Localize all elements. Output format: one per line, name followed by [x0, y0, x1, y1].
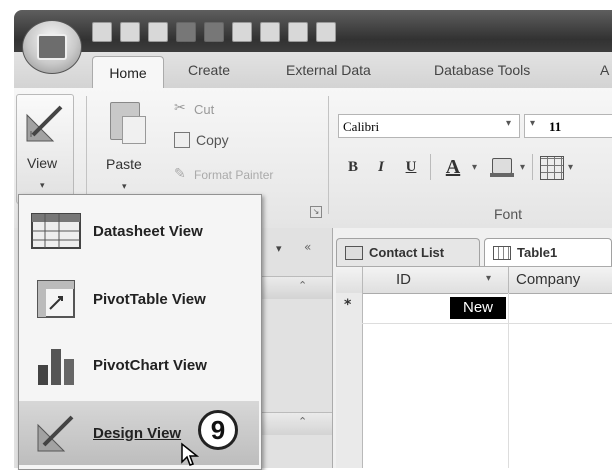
office-button[interactable] — [22, 20, 82, 74]
save-icon[interactable] — [92, 22, 112, 42]
table-icon — [493, 245, 511, 260]
select-all-corner[interactable] — [336, 267, 363, 293]
font-size-select[interactable]: 11 — [524, 114, 612, 138]
underline-button[interactable]: U — [398, 154, 424, 180]
collapse-icon: ⌃ — [298, 279, 308, 292]
tab-external-data[interactable]: External Data — [286, 62, 371, 78]
font-group-label: Font — [494, 206, 523, 222]
chevron-down-icon[interactable]: ▾ — [520, 162, 525, 173]
menu-item-label: Design View — [93, 424, 182, 442]
form-icon — [345, 245, 363, 260]
fill-color-icon[interactable] — [488, 156, 516, 178]
menu-item-label: Datasheet View — [93, 222, 203, 240]
qat-blank-icon — [176, 22, 196, 42]
gridlines-icon[interactable] — [540, 156, 564, 180]
view-label: View — [27, 155, 58, 171]
tab-database-tools[interactable]: Database Tools — [434, 62, 530, 78]
copy-icon — [174, 132, 190, 148]
tab-create[interactable]: Create — [188, 62, 230, 78]
copy-label: Copy — [196, 132, 229, 148]
undo-icon[interactable] — [120, 22, 140, 42]
toolbar-divider — [532, 154, 533, 180]
document-tabs: Contact List Table1 — [336, 238, 612, 266]
chevron-down-icon[interactable]: ▾ — [486, 273, 491, 284]
menu-item-datasheet-view[interactable]: Datasheet View — [19, 199, 259, 263]
redo-icon[interactable] — [148, 22, 168, 42]
paste-button[interactable]: Paste ▾ — [96, 96, 158, 200]
quick-access-toolbar — [92, 22, 336, 42]
tab-home[interactable]: Home — [92, 56, 164, 89]
design-view-icon — [26, 105, 63, 142]
nav-pane-header: ▾ « — [254, 240, 330, 264]
gridline — [508, 293, 509, 468]
shutter-bar-icon[interactable]: « — [304, 240, 311, 254]
scissors-icon: ✂ — [174, 100, 186, 116]
step-number-badge: 9 — [198, 410, 238, 450]
doc-tab-label: Contact List — [369, 245, 445, 260]
datasheet-icon — [27, 206, 85, 256]
bold-button[interactable]: B — [340, 154, 366, 180]
chevron-down-icon[interactable]: ▾ — [530, 118, 535, 129]
datasheet-grid: ID ▾ Company * New — [336, 266, 612, 468]
sort-icon[interactable] — [232, 22, 252, 42]
format-painter-button[interactable]: ✎ Format Painter — [172, 166, 322, 188]
qat-blank-icon — [204, 22, 224, 42]
copy-button[interactable]: Copy — [172, 130, 292, 152]
menu-item-pivotchart-view[interactable]: PivotChart View — [19, 333, 259, 397]
refresh-icon[interactable] — [288, 22, 308, 42]
toolbar-divider — [430, 154, 431, 180]
office-logo-icon — [37, 34, 67, 60]
cut-label: Cut — [194, 102, 215, 117]
view-button[interactable]: View ▾ — [16, 94, 74, 204]
gridline — [362, 323, 612, 324]
design-view-icon — [27, 408, 85, 458]
title-bar — [14, 10, 612, 52]
new-record-cell[interactable]: New — [450, 297, 506, 319]
find-icon[interactable] — [316, 22, 336, 42]
tab-more[interactable]: A — [600, 62, 609, 78]
chevron-down-icon[interactable]: ▾ — [568, 162, 573, 173]
grid-header-row: ID ▾ Company — [336, 267, 612, 294]
italic-button[interactable]: I — [368, 154, 394, 180]
clipboard-dialog-launcher[interactable]: ↘ — [310, 206, 322, 218]
cut-button[interactable]: ✂ Cut — [172, 100, 292, 122]
mouse-pointer-icon — [181, 442, 200, 466]
chevron-down-icon: ▾ — [40, 181, 45, 191]
filter-icon[interactable] — [260, 22, 280, 42]
chevron-down-icon: ▾ — [122, 182, 127, 192]
nav-group-header[interactable]: ⌃ — [254, 412, 332, 435]
menu-item-pivottable-view[interactable]: PivotTable View — [19, 267, 259, 331]
new-row-marker[interactable]: * — [344, 297, 351, 313]
paste-label: Paste — [106, 156, 142, 172]
tab-contact-list[interactable]: Contact List — [336, 238, 480, 266]
chevron-down-icon[interactable]: ▾ — [506, 118, 511, 129]
pivotchart-icon — [27, 340, 85, 390]
ribbon-tabs: Home Create External Data Database Tools… — [14, 52, 612, 89]
pivottable-icon — [27, 274, 85, 324]
row-selector-column: * — [336, 293, 363, 468]
column-header-company[interactable]: Company — [516, 267, 612, 293]
group-separator — [328, 96, 329, 214]
collapse-icon: ⌃ — [298, 415, 308, 428]
chevron-down-icon[interactable]: ▾ — [276, 242, 282, 255]
font-name-select[interactable]: Calibri — [338, 114, 520, 138]
paintbrush-icon: ✎ — [174, 166, 186, 182]
nav-group-header[interactable]: ⌃ — [254, 276, 332, 299]
menu-item-label: PivotTable View — [93, 290, 206, 308]
doc-tab-label: Table1 — [517, 245, 558, 260]
format-painter-label: Format Painter — [194, 168, 274, 182]
font-color-button[interactable]: A — [438, 154, 468, 180]
chevron-down-icon[interactable]: ▾ — [472, 162, 477, 173]
paste-sheet-icon — [122, 116, 146, 144]
tab-table1[interactable]: Table1 — [484, 238, 612, 266]
column-divider — [508, 267, 509, 293]
menu-item-label: PivotChart View — [93, 356, 207, 374]
